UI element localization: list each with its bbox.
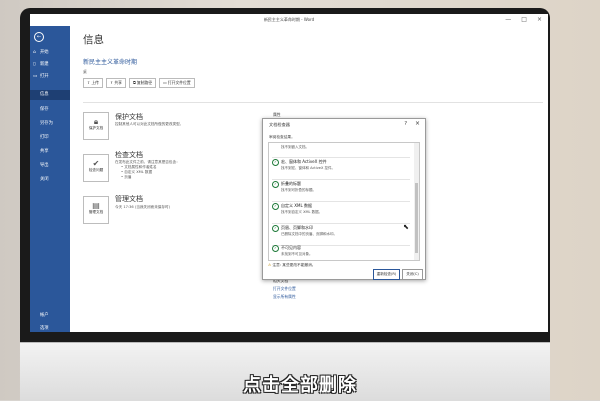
reinspect-button[interactable]: 重新检查(R) (373, 269, 400, 280)
protect-document-button[interactable]: 🔒︎ 保护文档 (83, 112, 109, 140)
list-item: 找不到嵌入文档。 (272, 143, 410, 158)
list-item: ✓ 折叠的标题 找不到可折叠的标题。 (272, 179, 410, 202)
title-bar: 新民主主义革命时期 - Word — □ × (30, 14, 548, 26)
inspect-title: 检查文档 (115, 151, 143, 159)
check-icon: ✓ (272, 225, 279, 232)
home-icon: ⌂ (33, 50, 36, 55)
dialog-title: 文档检查器 (269, 122, 290, 127)
share-button[interactable]: ⇪ 共享 (105, 78, 126, 88)
window-controls: — □ × (505, 16, 542, 23)
dialog-subtitle: 审阅检查结果。 (269, 135, 295, 139)
new-doc-icon: ▯ (33, 62, 36, 67)
open-location-button[interactable]: ▭ 打开文件位置 (159, 78, 195, 88)
sidebar-item-save[interactable]: 保存 (30, 105, 70, 115)
document-title: 新民主主义革命时期 (83, 59, 138, 66)
show-all-properties-link[interactable]: 显示所有属性 (273, 294, 296, 300)
document-path: 桌 (83, 69, 87, 74)
scrollbar-thumb[interactable] (415, 183, 418, 253)
divider (83, 102, 543, 103)
check-icon: ✓ (272, 181, 279, 188)
document-icon: ▤ (92, 201, 100, 210)
page-title: 信息 (83, 34, 104, 46)
inspection-results: 找不到嵌入文档。 ✓ 宏、窗体和 ActiveX 控件 找不到宏、窗体和 Act… (268, 142, 420, 261)
scrollbar[interactable] (414, 143, 419, 260)
protect-desc: 控制其他人可以对此文档所做的更改类型。 (115, 122, 184, 126)
dialog-close-icon[interactable]: × (415, 120, 420, 127)
sidebar-item-options[interactable]: 选项 (30, 324, 70, 332)
inspect-icon: ✔ (92, 159, 100, 168)
file-actions: ⇧ 上传 ⇪ 共享 ⧉ 复制路径 ▭ 打开文件位置 (83, 78, 195, 88)
list-item: ✓ 自定义 XML 数据 找不到自定义 XML 数据。 (272, 201, 410, 224)
upload-button[interactable]: ⇧ 上传 (83, 78, 103, 88)
sidebar-item-print[interactable]: 打印 (30, 133, 70, 143)
sidebar-item-new[interactable]: ▯ 新建 (30, 60, 70, 70)
screen: 新民主主义革命时期 - Word — □ × ← ⌂ 开始 ▯ 新建 ▭ 打开 信息 … (30, 14, 548, 332)
copy-path-button[interactable]: ⧉ 复制路径 (128, 78, 157, 88)
sidebar-item-share[interactable]: 共享 (30, 147, 70, 157)
sidebar-item-save-as[interactable]: 另存为 (30, 119, 70, 129)
manage-desc: 今天 17:36 (当我关闭而未保存时) (115, 205, 170, 209)
sidebar-item-account[interactable]: 帐户 (30, 311, 70, 321)
window-title: 新民主主义革命时期 - Word (263, 17, 315, 22)
document-inspector-dialog: 文档检查器 ? × 审阅检查结果。 找不到嵌入文档。 ✓ 宏、窗体和 Activ… (262, 118, 426, 280)
sidebar-item-export[interactable]: 导出 (30, 161, 70, 171)
inspect-bullet: • 页眉 (121, 175, 132, 179)
backstage-sidebar: ← ⌂ 开始 ▯ 新建 ▭ 打开 信息 保存 另存为 打印 共享 导出 关闭 帐户 选… (30, 26, 70, 332)
sidebar-item-info[interactable]: 信息 (30, 90, 70, 100)
close-icon[interactable]: × (537, 16, 542, 23)
check-icon: ✓ (272, 245, 279, 252)
mouse-cursor-icon: ⬉ (403, 223, 409, 231)
back-arrow-icon[interactable]: ← (34, 32, 44, 42)
folder-icon: ▭ (33, 74, 38, 79)
list-item: ✓ 宏、窗体和 ActiveX 控件 找不到宏、窗体和 ActiveX 控件。 (272, 157, 410, 180)
help-icon[interactable]: ? (404, 121, 407, 127)
check-issues-button[interactable]: ✔ 检查问题 (83, 154, 109, 182)
warning-note: ⚠ 注意: 某些更改不能撤消。 (268, 263, 316, 267)
protect-title: 保护文档 (115, 113, 143, 121)
sidebar-item-close[interactable]: 关闭 (30, 175, 70, 185)
manage-title: 管理文档 (115, 195, 143, 203)
list-item: ✓ 不可见内容 未找到不可见对象。 (272, 243, 410, 260)
check-icon: ✓ (272, 203, 279, 210)
close-button[interactable]: 关闭(C) (402, 269, 423, 280)
restore-icon[interactable]: □ (521, 16, 527, 23)
open-location-link[interactable]: 打开文件位置 (273, 286, 296, 292)
lock-icon: 🔒︎ (93, 117, 99, 126)
warning-icon: ⚠ (268, 263, 272, 267)
minimize-icon[interactable]: — (505, 16, 511, 23)
sidebar-item-open[interactable]: ▭ 打开 (30, 72, 70, 82)
sidebar-item-home[interactable]: ⌂ 开始 (30, 48, 70, 58)
video-subtitle: 点击全部删除 (243, 375, 357, 396)
manage-document-button[interactable]: ▤ 管理文档 (83, 196, 109, 224)
check-icon: ✓ (272, 159, 279, 166)
